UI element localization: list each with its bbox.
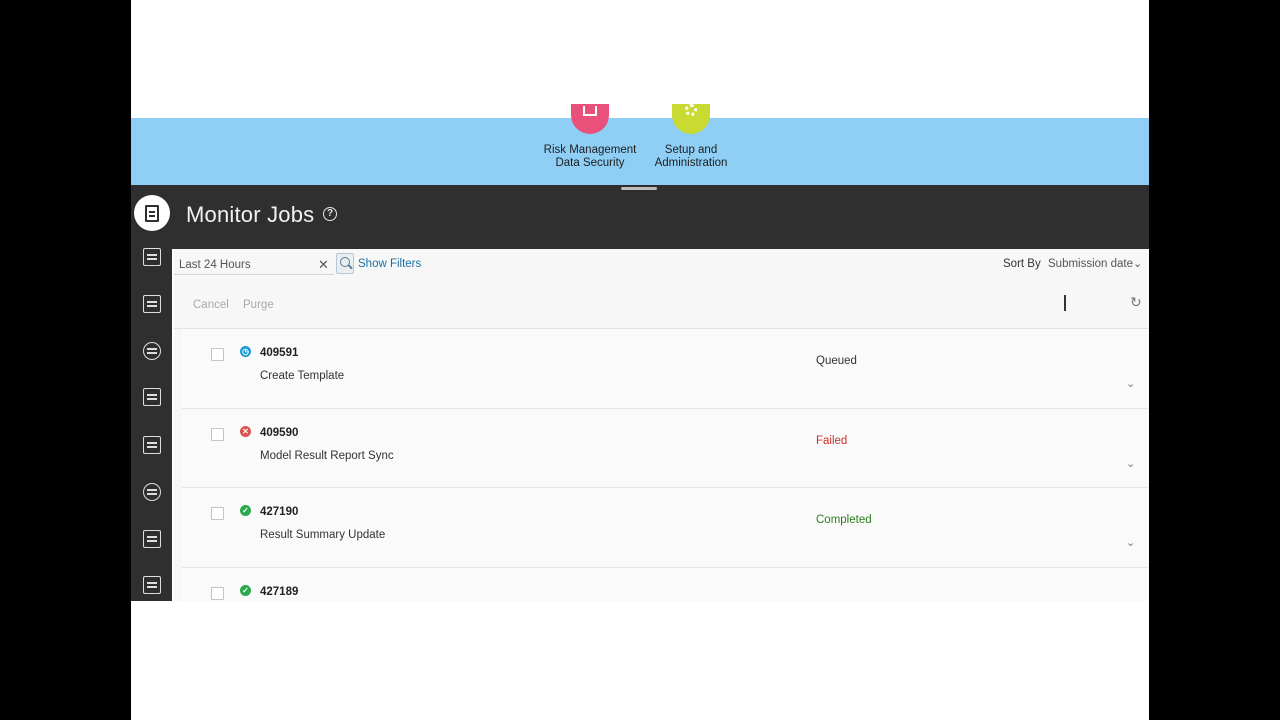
- users-icon: [142, 388, 161, 406]
- purge-button[interactable]: Purge: [237, 296, 280, 316]
- job-checkbox[interactable]: [211, 586, 224, 600]
- job-row[interactable]: ✓ 427190 Result Summary Update Completed…: [182, 488, 1149, 568]
- app-window: Risk Management Data Security Setup and …: [131, 0, 1149, 720]
- job-id[interactable]: 409590: [260, 427, 298, 439]
- calendar-icon: [142, 248, 161, 266]
- completed-status-icon: ✓: [240, 584, 251, 596]
- drag-handle[interactable]: [621, 187, 657, 190]
- completed-status-icon: ✓: [240, 505, 251, 516]
- job-id[interactable]: 427190: [260, 506, 298, 518]
- expand-chevron-icon[interactable]: ⌄: [1126, 536, 1135, 549]
- sort-by-label: Sort By: [1003, 258, 1041, 270]
- job-list: ◷ 409591 Create Template Queued ⌄ ✕ 4095…: [182, 329, 1149, 601]
- job-name: Result Summary Update: [260, 529, 386, 541]
- rail-item-monitor-jobs[interactable]: [131, 189, 172, 233]
- page-header: Monitor Jobs ?: [131, 185, 1149, 249]
- report-icon: [142, 530, 161, 548]
- job-row[interactable]: ◷ 409591 Create Template Queued ⌄: [182, 329, 1149, 409]
- monitor-jobs-content: Last 24 Hours ✕ Show Filters Sort By Sub…: [174, 249, 1149, 601]
- job-id[interactable]: 409591: [260, 347, 298, 359]
- refresh-icon[interactable]: ↻: [1130, 294, 1142, 311]
- rail-item-security[interactable]: [131, 472, 172, 512]
- chevron-down-icon[interactable]: ⌄: [1133, 257, 1142, 270]
- cancel-button[interactable]: Cancel: [187, 296, 235, 316]
- job-status: Failed: [816, 434, 848, 447]
- clear-icon[interactable]: ✕: [318, 257, 329, 273]
- springboard-tile-label: Setup and Administration: [654, 144, 728, 169]
- rail-item-users[interactable]: [131, 377, 172, 417]
- expand-chevron-icon[interactable]: ⌄: [1126, 377, 1135, 390]
- job-row[interactable]: ✕ 409590 Model Result Report Sync Failed…: [182, 408, 1149, 488]
- gear-icon: [672, 104, 710, 134]
- design-icon: [142, 295, 161, 313]
- rail-item-checklist[interactable]: [131, 565, 172, 605]
- job-id[interactable]: 427189: [260, 586, 298, 598]
- rail-item-calendar[interactable]: [131, 237, 172, 277]
- rail-item-design[interactable]: [131, 284, 172, 324]
- job-row[interactable]: ✓ 427189: [182, 567, 1149, 601]
- left-nav-rail: [131, 185, 172, 601]
- job-checkbox[interactable]: [211, 507, 224, 520]
- time-range-filter[interactable]: Last 24 Hours: [174, 253, 334, 275]
- page-title: Monitor Jobs: [186, 202, 315, 227]
- rail-item-settings[interactable]: [131, 331, 172, 371]
- job-name: Model Result Report Sync: [260, 449, 394, 462]
- job-checkbox[interactable]: [211, 348, 224, 361]
- springboard-tile-label: Risk Management Data Security: [543, 144, 637, 169]
- monitor-jobs-icon: [134, 195, 170, 231]
- job-name: Create Template: [260, 370, 345, 382]
- rail-item-tools[interactable]: [131, 425, 172, 465]
- security-icon: [142, 483, 161, 501]
- show-filters-link[interactable]: Show Filters: [358, 258, 421, 270]
- job-status: Queued: [816, 355, 857, 367]
- search-button[interactable]: [336, 253, 354, 274]
- queued-status-icon: ◷: [240, 346, 251, 357]
- tools-icon: [142, 436, 161, 454]
- failed-status-icon: ✕: [240, 425, 251, 437]
- job-status: Completed: [816, 514, 872, 526]
- settings-icon: [142, 342, 161, 360]
- job-checkbox[interactable]: [211, 427, 224, 441]
- rail-item-report[interactable]: [131, 519, 172, 559]
- checklist-icon: [142, 576, 161, 594]
- expand-chevron-icon[interactable]: ⌄: [1126, 457, 1135, 470]
- help-icon[interactable]: ?: [323, 207, 337, 221]
- lock-icon: [571, 104, 609, 134]
- springboard-strip: Risk Management Data Security Setup and …: [131, 104, 1149, 185]
- sort-by-select[interactable]: Submission date: [1048, 258, 1133, 270]
